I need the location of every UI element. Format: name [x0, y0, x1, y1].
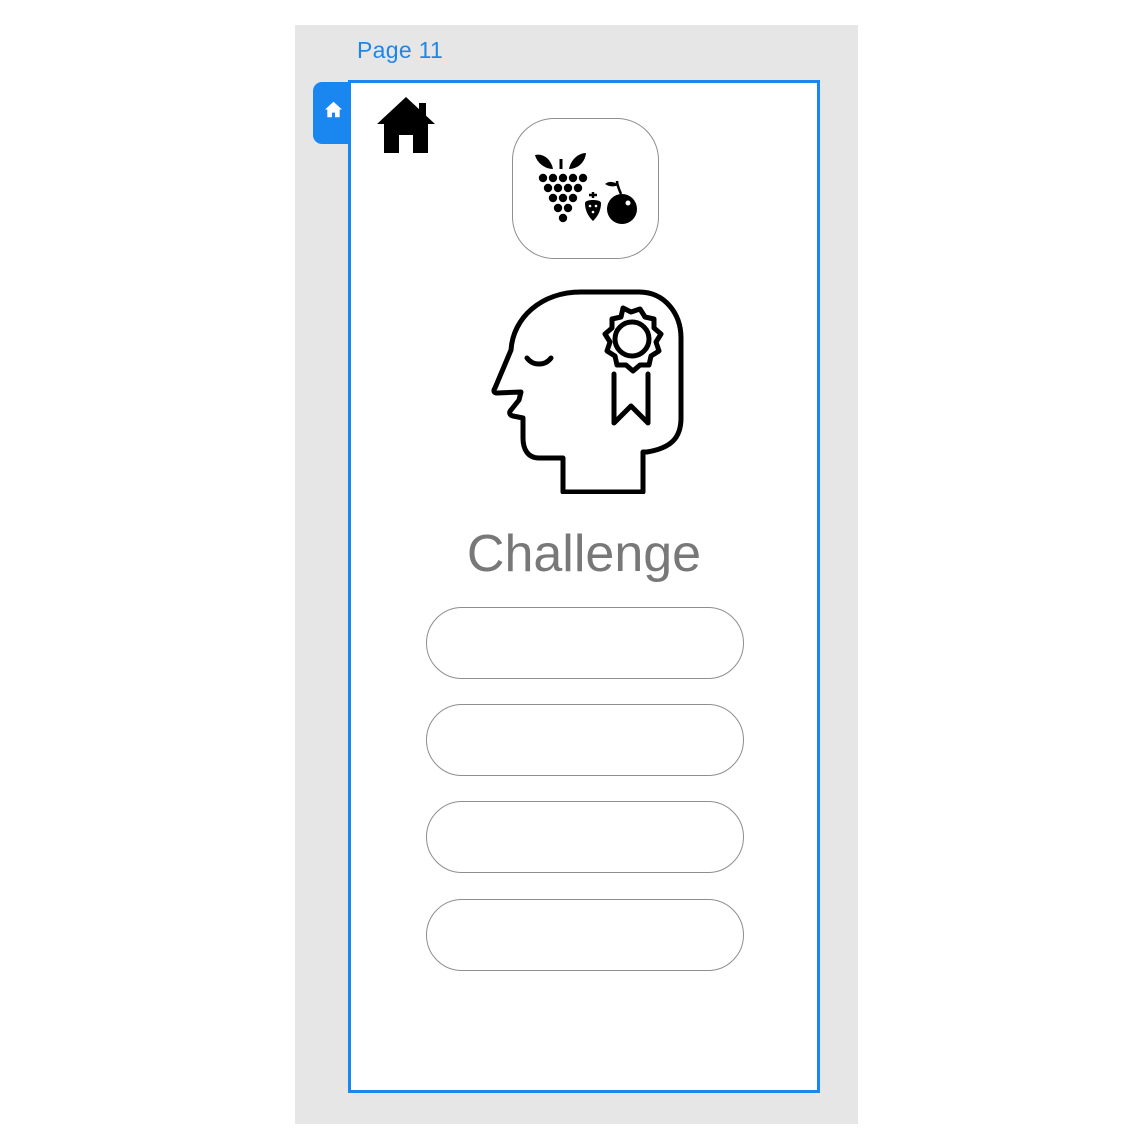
option-button-2[interactable] — [426, 704, 744, 776]
home-icon — [325, 101, 342, 118]
fruit-logo-tile[interactable] — [512, 118, 659, 259]
fruit-logo-icon — [535, 153, 637, 224]
home-tab[interactable] — [313, 82, 353, 144]
home-icon[interactable] — [375, 95, 437, 155]
page-title: Challenge — [466, 525, 702, 583]
head-award-icon — [491, 289, 684, 494]
option-button-4[interactable] — [426, 899, 744, 971]
phone-frame: Challenge — [348, 80, 820, 1093]
option-button-3[interactable] — [426, 801, 744, 873]
option-button-1[interactable] — [426, 607, 744, 679]
page-label[interactable]: Page 11 — [357, 36, 443, 64]
